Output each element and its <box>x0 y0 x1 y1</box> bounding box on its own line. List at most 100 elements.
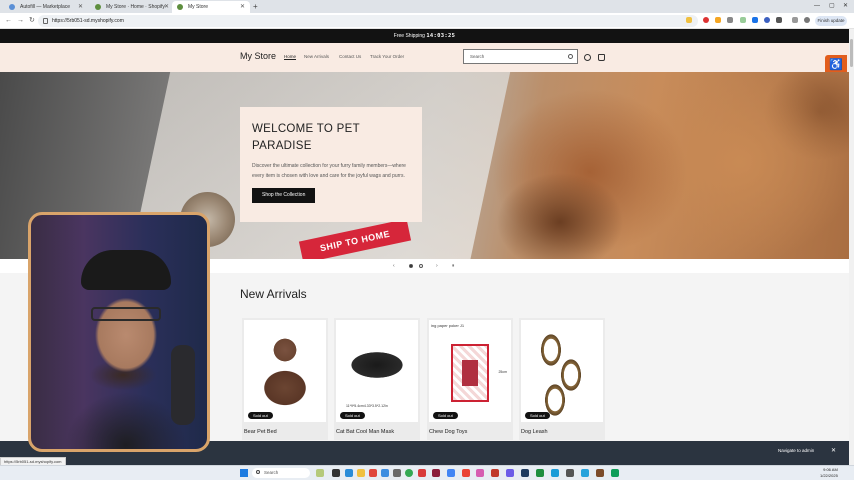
new-tab-icon[interactable]: + <box>253 0 258 13</box>
store-header: My Store Home New Arrivals Contact Us Tr… <box>0 43 849 72</box>
close-admin-bar-icon[interactable]: ✕ <box>831 447 836 454</box>
search-input[interactable]: Search <box>463 49 578 64</box>
close-window-icon[interactable]: ✕ <box>843 0 848 13</box>
sold-out-badge: Sold out <box>433 412 458 419</box>
taskbar-app-icon[interactable] <box>581 469 589 477</box>
product-image[interactable]: ing paper poker J1 25cm Sold out <box>429 320 511 422</box>
hero-card: WELCOME TO PET PARADISE Discover the ult… <box>240 107 422 222</box>
maximize-icon[interactable]: ▢ <box>829 0 835 13</box>
taskbar-clock[interactable]: 9:06 AM 1/22/2025 <box>820 467 838 479</box>
slide-dot-1[interactable] <box>409 264 413 268</box>
taskbar-app-icon[interactable] <box>611 469 619 477</box>
shop-collection-button[interactable]: Shop the Collection <box>252 188 316 203</box>
taskbar-app-icon[interactable] <box>491 469 499 477</box>
announcement-countdown: 14:03:25 <box>426 33 456 39</box>
scrollbar-thumb[interactable] <box>850 39 853 67</box>
excel-icon[interactable] <box>536 469 544 477</box>
navigate-to-admin-button[interactable]: Navigate to admin <box>778 448 814 453</box>
file-explorer-icon[interactable] <box>357 469 365 477</box>
microphone-image <box>171 345 195 425</box>
section-title: New Arrivals <box>240 287 307 301</box>
close-tab-icon[interactable]: ✕ <box>164 1 169 13</box>
hero-description: Discover the ultimate collection for you… <box>252 163 406 179</box>
nav-contact-us[interactable]: Contact Us <box>339 54 361 59</box>
taskbar-app-icon[interactable] <box>381 469 389 477</box>
extension-icon[interactable] <box>764 17 770 23</box>
product-name[interactable]: Bear Pet Bed <box>244 429 277 435</box>
back-icon[interactable]: ← <box>5 15 12 27</box>
extension-icon[interactable] <box>727 17 733 23</box>
taskbar-app-icon[interactable] <box>506 469 514 477</box>
product-card[interactable]: 11*9*5.4cm4.33*3.5*2.12in Sold out Cat B… <box>334 318 420 440</box>
extensions-puzzle-icon[interactable] <box>776 17 782 23</box>
page-scrollbar[interactable] <box>849 29 854 465</box>
sold-out-badge: Sold out <box>248 412 273 419</box>
product-name[interactable]: Cat Bat Cool Man Mask <box>336 429 394 435</box>
announcement-label: Free Shipping <box>393 33 425 39</box>
nav-home[interactable]: Home <box>284 54 296 59</box>
webcam-person-image <box>81 250 171 290</box>
extension-icon[interactable] <box>752 17 758 23</box>
sold-out-badge: Sold out <box>340 412 365 419</box>
taskbar-app-icon[interactable] <box>369 469 377 477</box>
nav-track-order[interactable]: Track Your Order <box>370 54 404 59</box>
announcement-bar: Free Shipping 14:03:25 <box>0 29 849 43</box>
downloads-icon[interactable] <box>792 17 798 23</box>
browser-tab-active[interactable]: My Store ✕ <box>172 1 250 13</box>
taskbar-app-icon[interactable] <box>476 469 484 477</box>
sold-out-badge: Sold out <box>525 412 550 419</box>
site-info-icon[interactable] <box>43 18 48 24</box>
profile-icon[interactable] <box>804 17 810 23</box>
store-logo[interactable]: My Store <box>240 51 276 61</box>
taskbar-app-icon[interactable] <box>596 469 604 477</box>
taskbar-app-icon[interactable] <box>447 469 455 477</box>
slide-dot-2[interactable] <box>419 264 423 268</box>
reload-icon[interactable]: ↻ <box>29 15 35 27</box>
taskbar-app-icon[interactable] <box>316 469 324 477</box>
taskbar-app-icon[interactable] <box>418 469 426 477</box>
product-image[interactable]: 11*9*5.4cm4.33*3.5*2.12in Sold out <box>336 320 418 422</box>
close-tab-icon[interactable]: ✕ <box>78 1 83 13</box>
next-slide-icon[interactable]: › <box>436 259 438 273</box>
extension-icon[interactable] <box>740 17 746 23</box>
webcam-glasses-image <box>91 307 161 321</box>
taskbar-app-icon[interactable] <box>462 469 470 477</box>
product-card[interactable]: Sold out Dog Leash <box>519 318 605 440</box>
taskbar-search[interactable]: Search <box>252 468 310 478</box>
product-card[interactable]: Sold out Bear Pet Bed <box>242 318 328 440</box>
pause-slideshow-icon[interactable]: ⏸ <box>452 259 455 273</box>
nav-new-arrivals[interactable]: New Arrivals <box>304 54 329 59</box>
address-bar[interactable]: https://5rb051-sd.myshopify.com <box>38 15 698 27</box>
forward-icon[interactable]: → <box>17 15 24 27</box>
windows-start-icon[interactable] <box>240 469 248 477</box>
account-icon[interactable] <box>584 54 591 61</box>
taskbar-app-icon[interactable] <box>332 469 340 477</box>
search-icon[interactable] <box>568 54 573 59</box>
product-image[interactable]: Sold out <box>521 320 603 422</box>
hero-title: WELCOME TO PET PARADISE <box>252 123 360 152</box>
browser-tab[interactable]: My Store · Home · Shopify ✕ <box>90 1 174 13</box>
taskbar-app-icon[interactable] <box>551 469 559 477</box>
finish-update-button[interactable]: Finish update <box>815 16 847 26</box>
windows-taskbar: Search 9:06 AM 1/22/2025 <box>0 465 854 480</box>
product-image[interactable]: Sold out <box>244 320 326 422</box>
taskbar-app-icon[interactable] <box>432 469 440 477</box>
chrome-icon[interactable] <box>405 469 413 477</box>
extension-icon[interactable] <box>703 17 709 23</box>
cart-icon[interactable] <box>598 54 605 61</box>
product-name[interactable]: Chew Dog Toys <box>429 429 467 435</box>
product-card[interactable]: ing paper poker J1 25cm Sold out Chew Do… <box>427 318 513 440</box>
product-name[interactable]: Dog Leash <box>521 429 548 435</box>
bookmark-star-icon[interactable] <box>686 17 692 23</box>
previous-slide-icon[interactable]: ‹ <box>393 259 395 273</box>
search-icon <box>256 470 260 474</box>
browser-tab[interactable]: Autofill — Marketplace ✕ <box>4 1 88 13</box>
minimize-icon[interactable]: — <box>814 0 820 13</box>
taskbar-app-icon[interactable] <box>393 469 401 477</box>
taskbar-app-icon[interactable] <box>345 469 353 477</box>
extension-icon[interactable] <box>715 17 721 23</box>
taskbar-app-icon[interactable] <box>566 469 574 477</box>
taskbar-app-icon[interactable] <box>521 469 529 477</box>
image-caption: ing paper poker J1 <box>431 323 465 328</box>
close-tab-icon[interactable]: ✕ <box>240 1 245 13</box>
